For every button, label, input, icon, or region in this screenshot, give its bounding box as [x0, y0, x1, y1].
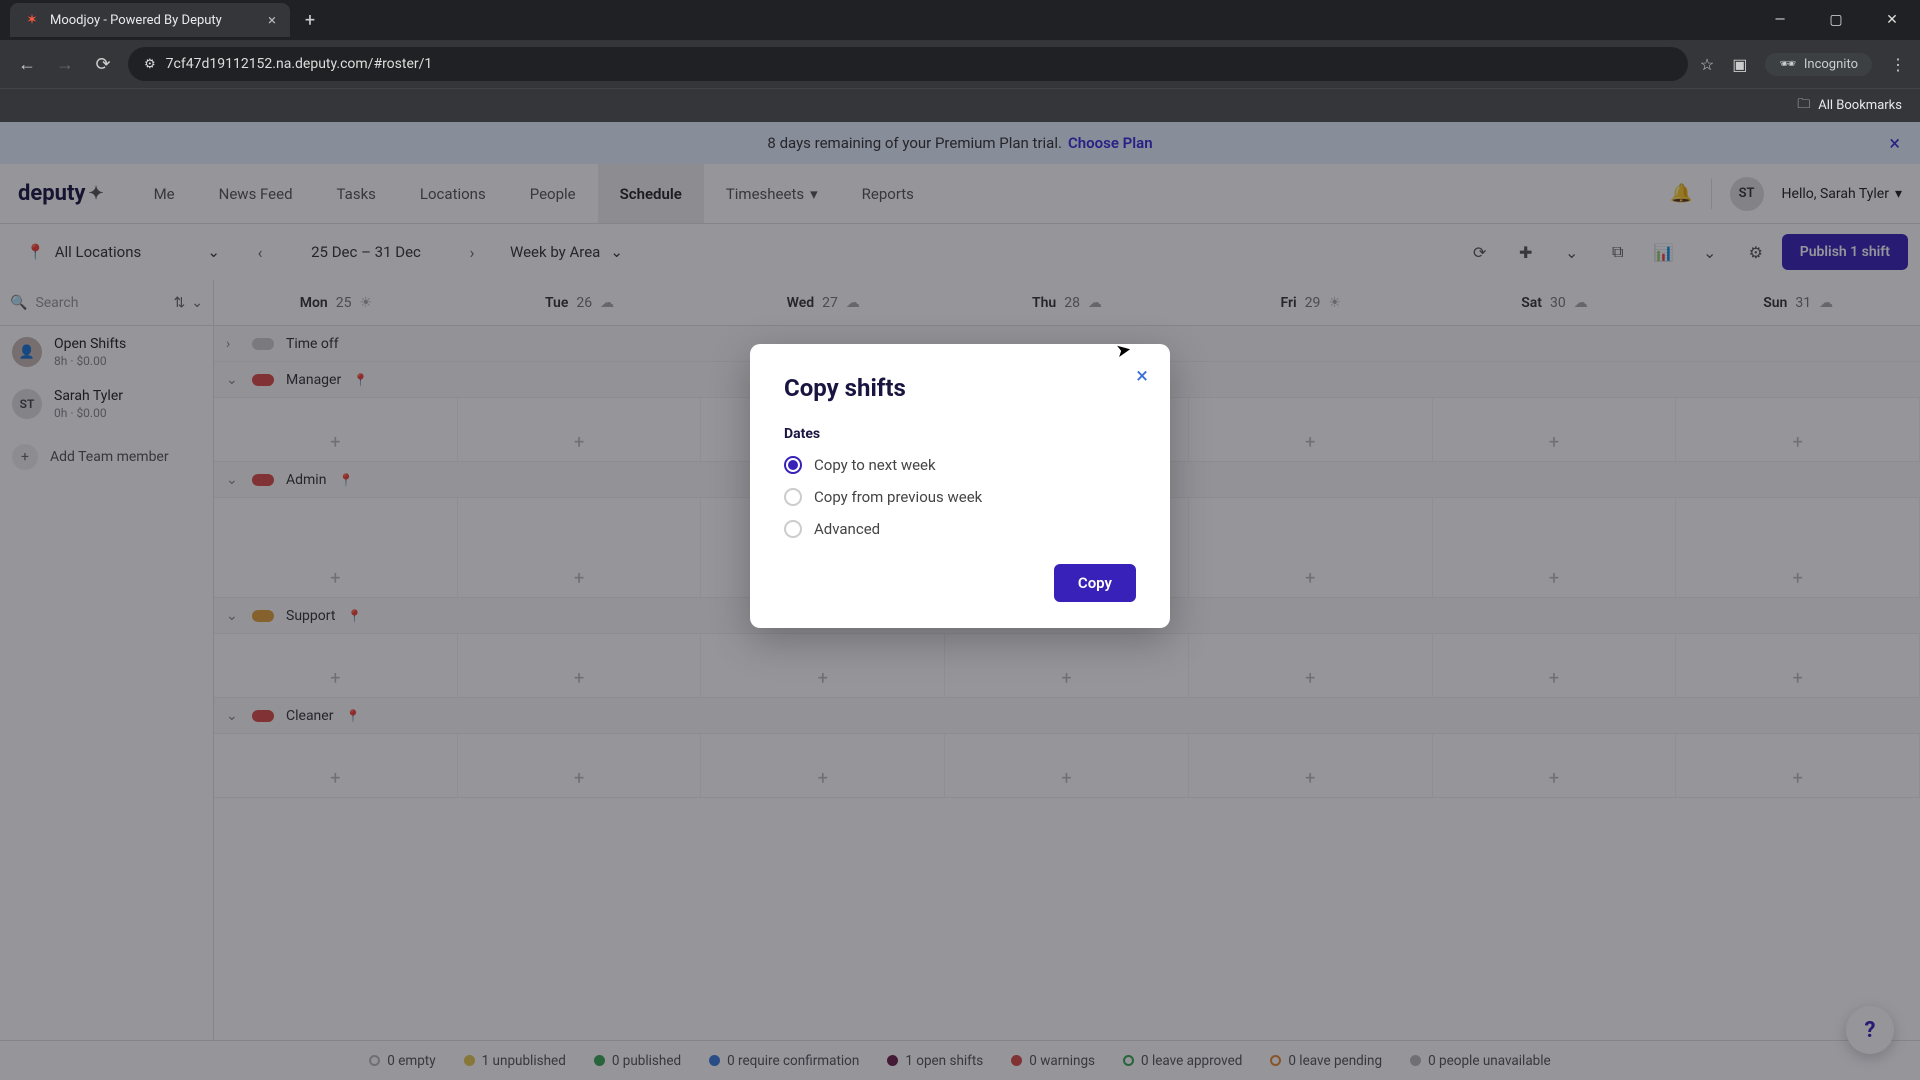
browser-tab[interactable]: ✶ Moodjoy - Powered By Deputy ×: [10, 3, 290, 37]
copy-shifts-modal: × Copy shifts Dates Copy to next week Cop…: [750, 344, 1170, 628]
tab-favicon: ✶: [24, 12, 40, 28]
site-settings-icon[interactable]: ⚙: [144, 57, 156, 72]
radio-option[interactable]: Copy to next week: [784, 456, 1136, 474]
dates-label: Dates: [784, 426, 1136, 442]
radio-icon: [784, 456, 802, 474]
reload-button[interactable]: ⟳: [90, 51, 116, 77]
folder-icon: 🗀: [1797, 95, 1810, 117]
bookmarks-bar: 🗀 All Bookmarks: [0, 88, 1920, 122]
all-bookmarks-label: All Bookmarks: [1818, 98, 1902, 113]
radio-label: Copy from previous week: [814, 488, 982, 506]
address-actions: ☆ ▣ 🕶 Incognito ⋮: [1700, 53, 1906, 76]
tab-title: Moodjoy - Powered By Deputy: [50, 13, 222, 28]
incognito-label: Incognito: [1804, 57, 1858, 72]
minimize-button[interactable]: —: [1752, 0, 1808, 40]
radio-icon: [784, 488, 802, 506]
browser-chrome: ✶ Moodjoy - Powered By Deputy × + — ▢ ✕ …: [0, 0, 1920, 122]
maximize-button[interactable]: ▢: [1808, 0, 1864, 40]
address-bar: ← → ⟳ ⚙ 7cf47d19112152.na.deputy.com/#ro…: [0, 40, 1920, 88]
new-tab-button[interactable]: +: [296, 6, 324, 34]
incognito-icon: 🕶: [1779, 57, 1796, 72]
copy-button[interactable]: Copy: [1054, 564, 1136, 602]
modal-actions: Copy: [784, 564, 1136, 602]
modal-title: Copy shifts: [784, 374, 1136, 402]
url-field[interactable]: ⚙ 7cf47d19112152.na.deputy.com/#roster/1: [128, 47, 1688, 81]
radio-option[interactable]: Advanced: [784, 520, 1136, 538]
more-icon[interactable]: ⋮: [1890, 55, 1906, 74]
modal-close-icon[interactable]: ×: [1136, 364, 1148, 389]
radio-option[interactable]: Copy from previous week: [784, 488, 1136, 506]
modal-overlay[interactable]: × Copy shifts Dates Copy to next week Cop…: [0, 122, 1920, 1080]
window-controls: — ▢ ✕: [1752, 0, 1920, 40]
close-window-button[interactable]: ✕: [1864, 0, 1920, 40]
forward-button[interactable]: →: [52, 51, 78, 77]
back-button[interactable]: ←: [14, 51, 40, 77]
bookmark-star-icon[interactable]: ☆: [1700, 55, 1714, 74]
panel-icon[interactable]: ▣: [1732, 55, 1747, 74]
radio-label: Copy to next week: [814, 456, 936, 474]
browser-tabs: ✶ Moodjoy - Powered By Deputy × + — ▢ ✕: [0, 0, 1920, 40]
all-bookmarks-button[interactable]: 🗀 All Bookmarks: [1797, 95, 1902, 117]
radio-icon: [784, 520, 802, 538]
url-text: 7cf47d19112152.na.deputy.com/#roster/1: [166, 56, 433, 72]
close-icon[interactable]: ×: [268, 11, 276, 29]
radio-label: Advanced: [814, 520, 880, 538]
incognito-badge[interactable]: 🕶 Incognito: [1765, 53, 1872, 76]
